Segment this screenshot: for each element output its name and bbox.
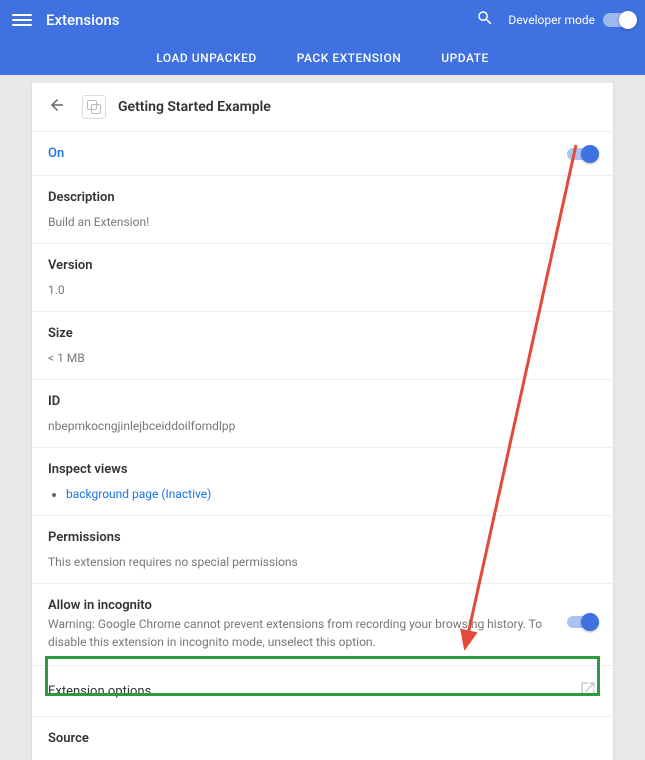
search-icon[interactable] <box>476 9 494 31</box>
incognito-toggle[interactable] <box>567 616 597 628</box>
extension-options-row[interactable]: Extension options <box>32 666 613 717</box>
size-section: Size < 1 MB <box>32 312 613 380</box>
source-label: Source <box>48 731 597 746</box>
extension-options-label: Extension options <box>48 684 151 699</box>
id-section: ID nbepmkocngjinlejbceiddoilfomdlpp <box>32 380 613 448</box>
menu-icon[interactable] <box>12 10 32 30</box>
card-header: Getting Started Example <box>32 83 613 132</box>
extension-card: Getting Started Example On Description B… <box>32 83 613 760</box>
id-label: ID <box>48 394 597 409</box>
permissions-section: Permissions This extension requires no s… <box>32 516 613 584</box>
open-in-new-icon <box>579 680 597 702</box>
version-value: 1.0 <box>48 283 597 297</box>
page-title: Extensions <box>46 11 476 29</box>
background-page-link[interactable]: background page (Inactive) <box>66 487 211 501</box>
inspect-views-label: Inspect views <box>48 462 597 477</box>
description-section: Description Build an Extension! <box>32 176 613 244</box>
description-label: Description <box>48 190 597 205</box>
version-section: Version 1.0 <box>32 244 613 312</box>
tab-load-unpacked[interactable]: LOAD UNPACKED <box>156 51 257 65</box>
header-tabs: LOAD UNPACKED PACK EXTENSION UPDATE <box>0 40 645 75</box>
version-label: Version <box>48 258 597 273</box>
status-label: On <box>48 146 64 161</box>
developer-mode-toggle[interactable] <box>603 13 633 27</box>
incognito-label: Allow in incognito <box>48 598 547 613</box>
header-top-bar: Extensions Developer mode <box>0 0 645 40</box>
extension-icon <box>82 95 106 119</box>
id-value: nbepmkocngjinlejbceiddoilfomdlpp <box>48 419 597 433</box>
status-section: On <box>32 132 613 176</box>
permissions-value: This extension requires no special permi… <box>48 555 597 569</box>
app-header: Extensions Developer mode LOAD UNPACKED … <box>0 0 645 75</box>
description-value: Build an Extension! <box>48 215 597 229</box>
tab-pack-extension[interactable]: PACK EXTENSION <box>297 51 401 65</box>
inspect-views-section: Inspect views background page (Inactive) <box>32 448 613 516</box>
content-wrapper: Getting Started Example On Description B… <box>0 83 645 760</box>
extension-name: Getting Started Example <box>118 99 271 115</box>
enable-toggle[interactable] <box>567 148 597 160</box>
tab-update[interactable]: UPDATE <box>441 51 489 65</box>
incognito-section: Allow in incognito Warning: Google Chrom… <box>32 584 613 666</box>
source-section: Source <box>32 717 613 760</box>
permissions-label: Permissions <box>48 530 597 545</box>
developer-mode-label: Developer mode <box>508 13 595 27</box>
incognito-warning: Warning: Google Chrome cannot prevent ex… <box>48 615 547 651</box>
back-icon[interactable] <box>48 96 66 118</box>
size-label: Size <box>48 326 597 341</box>
size-value: < 1 MB <box>48 351 597 365</box>
